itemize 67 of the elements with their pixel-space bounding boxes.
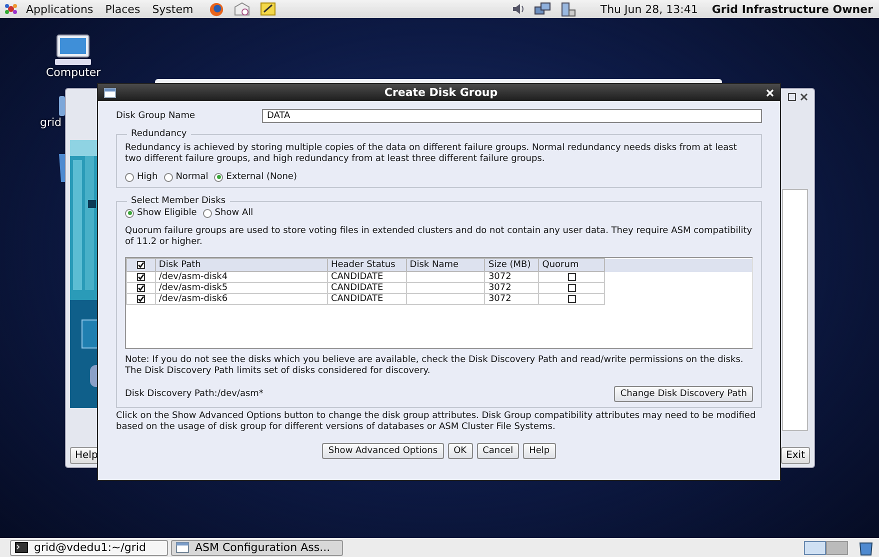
- exit-button[interactable]: Exit: [781, 447, 810, 464]
- quorum-note: Quorum failure groups are used to store voting files in extended clusters and do not contain any user data. They require ASM compatibility of 11.2 or higher.: [125, 226, 753, 248]
- menu-item[interactable]: System: [148, 2, 198, 16]
- taskbar-item[interactable]: grid@vdedu1:~/grid: [10, 540, 168, 556]
- window-icon: [104, 88, 116, 98]
- checkbox[interactable]: [136, 284, 145, 292]
- column-header[interactable]: Disk Path: [155, 258, 328, 272]
- dialog-button[interactable]: Show Advanced Options: [322, 443, 444, 459]
- field-label: Disk Group Name: [116, 111, 196, 121]
- window-icon: [176, 542, 189, 553]
- table-cell: /dev/asm-disk6: [155, 294, 328, 304]
- description-text: Redundancy is achieved by storing multiple copies of the data on different failure groups. Normal redundancy needs disks from at least two different failure groups, and high redundancy from at least three different failure groups.: [125, 143, 738, 165]
- menu-item[interactable]: Applications: [22, 2, 98, 16]
- table-cell: 3072: [484, 272, 539, 282]
- group-title: Select Member Disks: [130, 196, 227, 206]
- checkbox[interactable]: [568, 273, 576, 281]
- column-header[interactable]: Disk Name: [406, 258, 485, 272]
- checkbox[interactable]: [568, 295, 576, 303]
- icon-label: grid: [40, 116, 62, 129]
- radio-label[interactable]: External (None): [226, 172, 297, 182]
- checkbox[interactable]: [136, 261, 145, 269]
- foot-logo-icon[interactable]: [4, 2, 18, 16]
- radio-label[interactable]: Normal: [176, 172, 208, 182]
- radio-label[interactable]: Show Eligible: [137, 208, 197, 218]
- change-path-button[interactable]: Change Disk Discovery Path: [614, 386, 753, 402]
- terminal-icon: [15, 542, 28, 553]
- radio-button[interactable]: [214, 172, 224, 182]
- notepad-icon[interactable]: [260, 2, 276, 16]
- volume-icon[interactable]: [512, 2, 526, 16]
- taskbar-item[interactable]: ASM Configuration Ass...: [171, 540, 343, 556]
- table-cell: 3072: [484, 282, 539, 294]
- discovery-path: Disk Discovery Path:/dev/asm*: [125, 389, 264, 399]
- table-cell: CANDIDATE: [327, 272, 406, 282]
- table-cell: 3072: [484, 294, 539, 304]
- column-header[interactable]: Size (MB): [484, 258, 539, 272]
- discovery-note: Note: If you do not see the disks which you believe are available, check the Disk Discovery Path and read/write permissions on the disks. The Disk Discovery Path limits set of disks considered for discovery.: [125, 355, 744, 377]
- radio-button[interactable]: [202, 208, 212, 218]
- dialog-button[interactable]: OK: [448, 443, 473, 459]
- column-header[interactable]: Header Status: [327, 258, 406, 272]
- column-header[interactable]: Quorum: [538, 258, 605, 272]
- radio-label[interactable]: High: [137, 172, 158, 182]
- dialog-button[interactable]: Cancel: [476, 443, 520, 459]
- checkbox[interactable]: [568, 284, 576, 292]
- checkbox[interactable]: [136, 273, 145, 281]
- dialog-button[interactable]: Help: [523, 443, 556, 459]
- table-cell: CANDIDATE: [327, 282, 406, 294]
- name-field[interactable]: DATA: [262, 109, 762, 123]
- close-icon[interactable]: [800, 93, 808, 101]
- radio-button[interactable]: [125, 172, 134, 182]
- maximize-icon[interactable]: [788, 93, 796, 101]
- browser-icon[interactable]: [209, 2, 224, 16]
- table-cell: CANDIDATE: [327, 294, 406, 304]
- icon-label: Computer: [46, 66, 101, 79]
- group-title: Redundancy: [130, 129, 188, 139]
- radio-button[interactable]: [125, 208, 134, 218]
- user-name[interactable]: Grid Infrastructure Owner: [712, 2, 873, 16]
- checkbox[interactable]: [136, 295, 145, 303]
- table-cell: /dev/asm-disk5: [155, 282, 328, 294]
- workspace-switcher[interactable]: [804, 540, 848, 554]
- network-icon[interactable]: [534, 2, 552, 16]
- table-cell: /dev/asm-disk4: [155, 272, 328, 282]
- radio-label[interactable]: Show All: [214, 208, 254, 218]
- menu-item[interactable]: Places: [101, 2, 144, 16]
- radio-button[interactable]: [164, 172, 173, 182]
- window-title: Create Disk Group: [383, 86, 499, 99]
- clock[interactable]: Thu Jun 28, 13:41: [600, 2, 698, 16]
- advanced-note: Click on the Show Advanced Options button to change the disk group attributes. Disk Group compatibility attributes may need to be modified based on the usage of disk group for different versions of databases or ASM Cluster File Systems.: [116, 411, 757, 433]
